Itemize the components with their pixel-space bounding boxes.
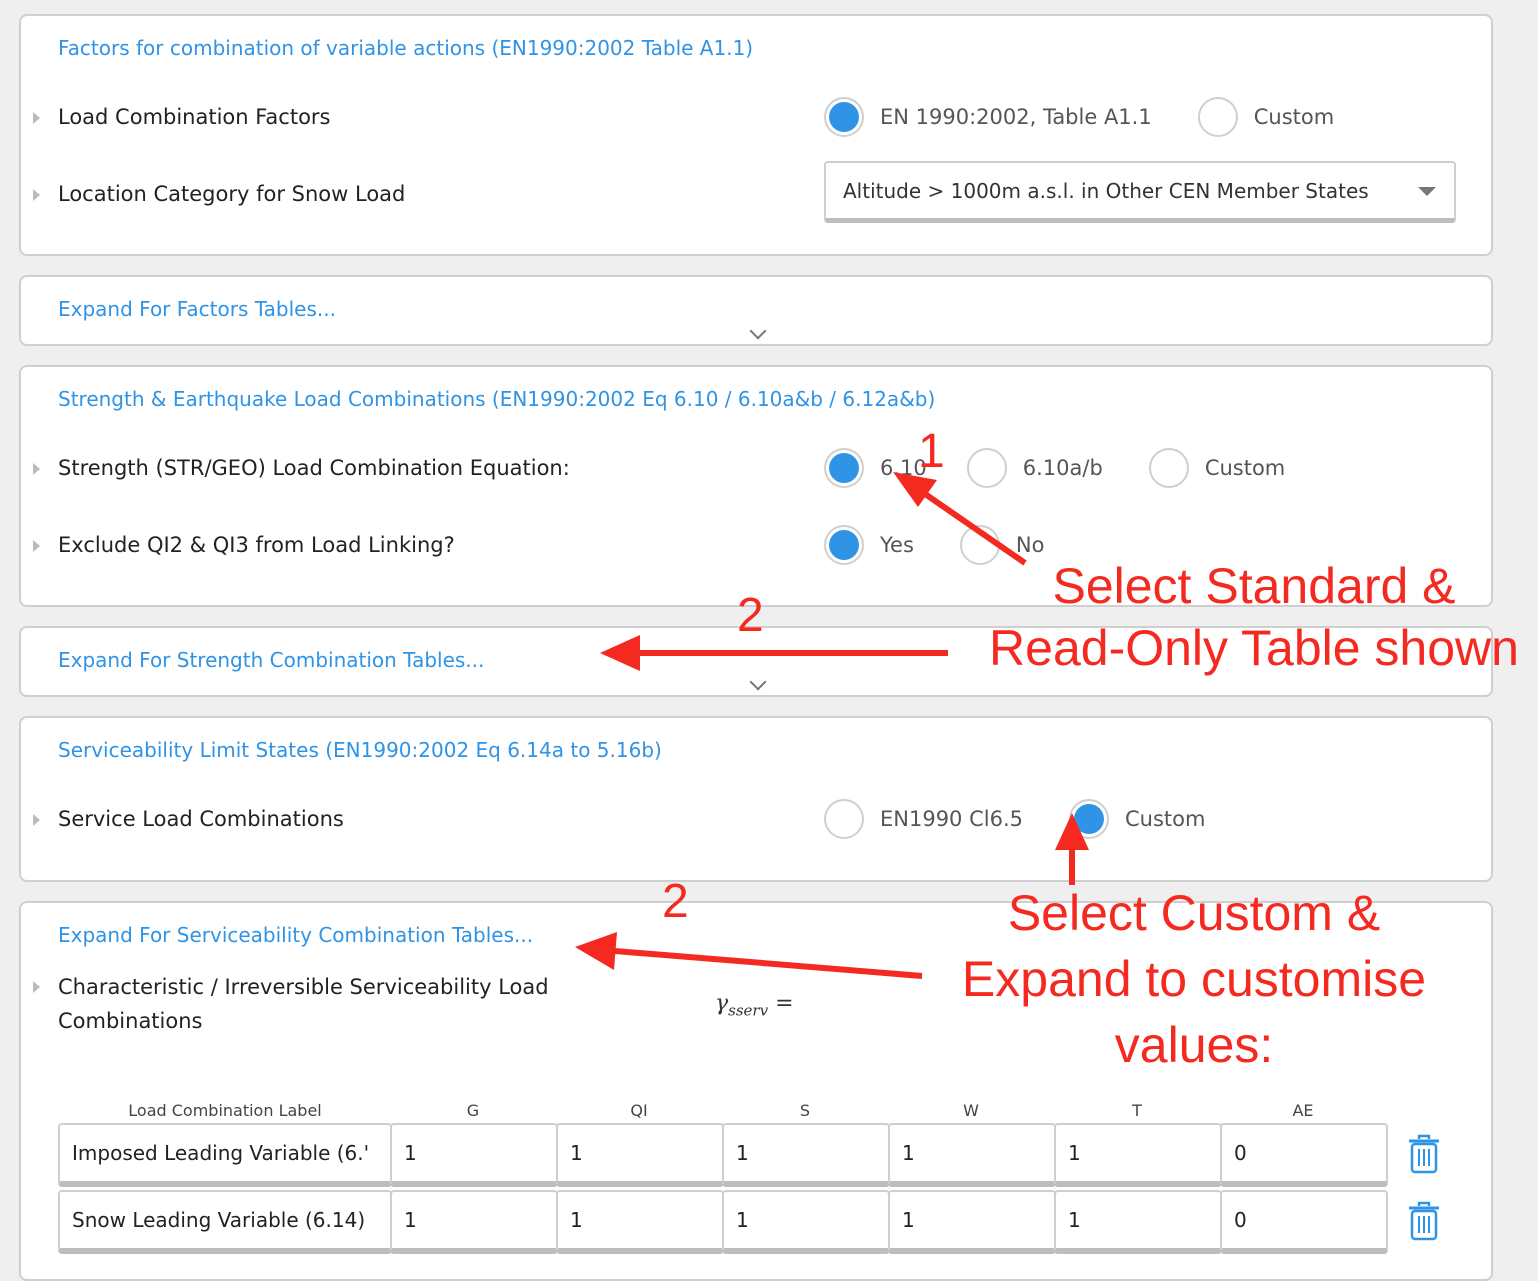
- radio-en1990-cl6-5[interactable]: EN1990 Cl6.5: [824, 799, 1023, 839]
- expand-arrow-icon[interactable]: [33, 981, 40, 993]
- radio-circle[interactable]: [1197, 97, 1238, 137]
- expand-arrow-icon[interactable]: [33, 189, 40, 201]
- expand-strength-tables-link[interactable]: Expand For Strength Combination Tables..…: [58, 648, 484, 672]
- expand-arrow-icon[interactable]: [33, 540, 40, 552]
- expand-arrow-icon[interactable]: [33, 112, 40, 124]
- trash-icon[interactable]: [1406, 1201, 1442, 1241]
- dropdown-caret-icon: [1418, 187, 1436, 196]
- s-factor-input[interactable]: 1: [722, 1123, 890, 1187]
- radio-circle[interactable]: [824, 799, 864, 839]
- step-2-number-a: 2: [737, 589, 764, 642]
- strength-section-title: Strength & Earthquake Load Combinations …: [58, 387, 936, 411]
- load-combination-factors-label: Load Combination Factors: [58, 105, 331, 129]
- radio-circle[interactable]: [1069, 799, 1109, 839]
- step-2-number-b: 2: [662, 875, 689, 928]
- col-header-t: T: [1132, 1101, 1142, 1120]
- factors-panel: Factors for combination of variable acti…: [19, 14, 1493, 256]
- strength-equation-radio-group: 6.10 6.10a/b Custom: [824, 448, 1331, 488]
- radio-circle[interactable]: [966, 448, 1007, 488]
- serviceability-section-title: Serviceability Limit States (EN1990:2002…: [58, 738, 662, 762]
- expand-arrow-icon[interactable]: [33, 814, 40, 826]
- radio-custom-factors[interactable]: Custom: [1197, 97, 1334, 137]
- location-category-select[interactable]: Altitude > 1000m a.s.l. in Other CEN Mem…: [824, 161, 1456, 223]
- radio-circle[interactable]: [1148, 448, 1189, 488]
- strength-equation-label: Strength (STR/GEO) Load Combination Equa…: [58, 456, 570, 480]
- step-1-number: 1: [918, 425, 945, 478]
- col-header-g: G: [466, 1101, 480, 1120]
- exclude-qi-label: Exclude QI2 & QI3 from Load Linking?: [58, 533, 455, 557]
- qi-factor-input[interactable]: 1: [556, 1123, 724, 1187]
- radio-circle[interactable]: [824, 97, 864, 137]
- g-factor-input[interactable]: 1: [390, 1190, 558, 1254]
- w-factor-input[interactable]: 1: [888, 1190, 1056, 1254]
- expand-arrow-icon[interactable]: [33, 463, 40, 475]
- chevron-down-icon[interactable]: [749, 322, 767, 340]
- g-factor-input[interactable]: 1: [390, 1123, 558, 1187]
- t-factor-input[interactable]: 1: [1054, 1123, 1222, 1187]
- chevron-down-icon[interactable]: [749, 673, 767, 691]
- ae-factor-input[interactable]: 0: [1220, 1190, 1388, 1254]
- serviceability-panel: Serviceability Limit States (EN1990:2002…: [19, 716, 1493, 882]
- factors-tables-panel[interactable]: Expand For Factors Tables...: [19, 275, 1493, 346]
- radio-custom-strength[interactable]: Custom: [1148, 448, 1285, 488]
- load-combination-label-input[interactable]: Imposed Leading Variable (6.': [58, 1123, 392, 1187]
- gamma-sserv-formula: γsserv =: [715, 991, 794, 1020]
- radio-6-10[interactable]: 6.10: [824, 448, 927, 488]
- expand-factors-tables-link[interactable]: Expand For Factors Tables...: [58, 297, 336, 321]
- note-select-standard: Select Standard & Read-Only Table shown: [989, 558, 1519, 676]
- radio-yes[interactable]: Yes: [824, 525, 914, 565]
- radio-custom-service[interactable]: Custom: [1069, 799, 1205, 839]
- radio-circle[interactable]: [824, 525, 864, 565]
- expand-serviceability-tables-link[interactable]: Expand For Serviceability Combination Ta…: [58, 923, 533, 947]
- service-load-combinations-label: Service Load Combinations: [58, 807, 344, 831]
- characteristic-serviceability-label: Characteristic / Irreversible Serviceabi…: [58, 975, 549, 1033]
- col-header-s: S: [799, 1101, 811, 1120]
- col-header-qi: QI: [630, 1101, 648, 1120]
- s-factor-input[interactable]: 1: [722, 1190, 890, 1254]
- factors-section-title: Factors for combination of variable acti…: [58, 36, 754, 60]
- col-header-w: W: [963, 1101, 979, 1120]
- qi-factor-input[interactable]: 1: [556, 1190, 724, 1254]
- trash-icon[interactable]: [1406, 1134, 1442, 1174]
- w-factor-input[interactable]: 1: [888, 1123, 1056, 1187]
- col-header-ae: AE: [1292, 1101, 1314, 1120]
- t-factor-input[interactable]: 1: [1054, 1190, 1222, 1254]
- radio-en1990-table-a1-1[interactable]: EN 1990:2002, Table A1.1: [824, 97, 1152, 137]
- radio-circle[interactable]: [824, 448, 864, 488]
- load-combination-label-input[interactable]: Snow Leading Variable (6.14): [58, 1190, 392, 1254]
- ae-factor-input[interactable]: 0: [1220, 1123, 1388, 1187]
- location-category-value: Altitude > 1000m a.s.l. in Other CEN Mem…: [843, 178, 1369, 203]
- location-category-label: Location Category for Snow Load: [58, 182, 406, 206]
- col-header-label: Load Combination Label: [128, 1101, 322, 1120]
- note-select-custom: Select Custom & Expand to customise valu…: [961, 885, 1427, 1073]
- radio-6-10ab[interactable]: 6.10a/b: [966, 448, 1103, 488]
- service-load-radio-group: EN1990 Cl6.5 Custom: [824, 799, 1251, 839]
- load-combination-factors-radio-group: EN 1990:2002, Table A1.1 Custom: [824, 97, 1380, 137]
